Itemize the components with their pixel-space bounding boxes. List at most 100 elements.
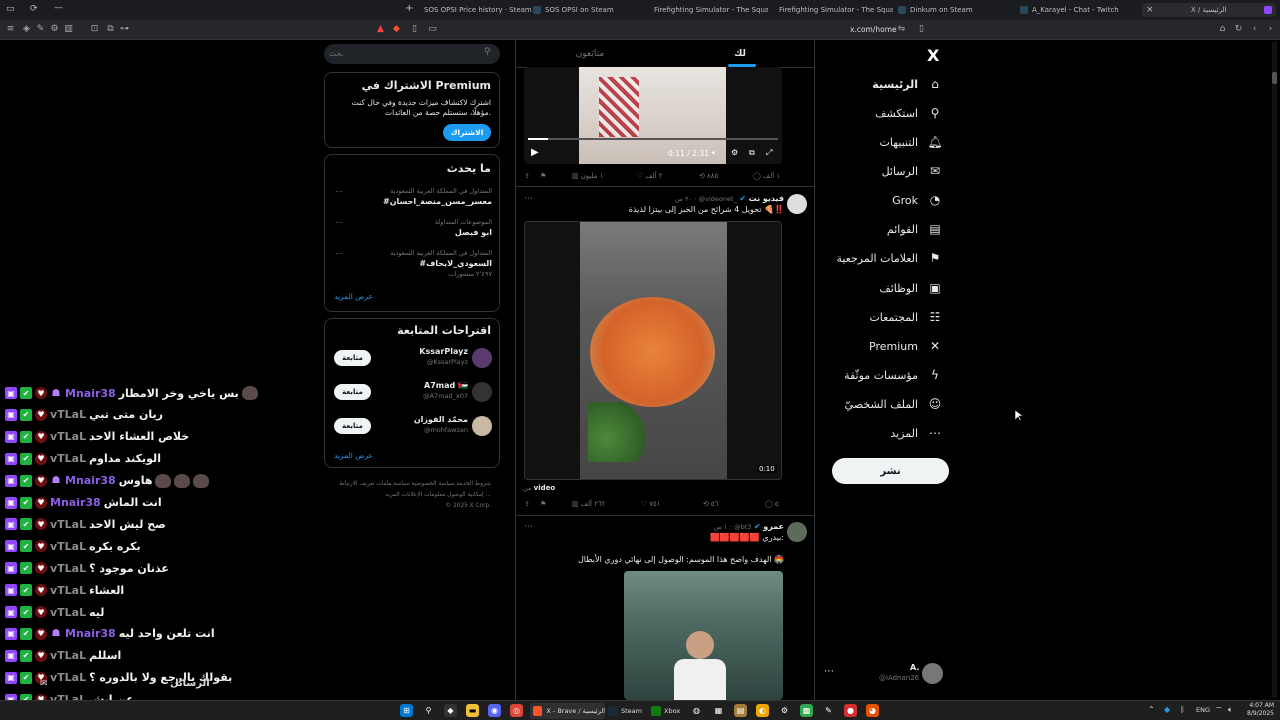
chat-username[interactable]: vTLaL <box>50 430 86 443</box>
follow-button[interactable]: متابعة <box>334 350 371 366</box>
follow-button[interactable]: متابعة <box>334 384 371 400</box>
chat-username[interactable]: vTLaL <box>50 606 86 619</box>
nav-item-10[interactable]: مؤسسات موثّقة ϟ <box>844 368 942 382</box>
app2-icon[interactable]: ◐ <box>756 704 769 717</box>
avatar[interactable] <box>472 348 492 368</box>
tab-x-home[interactable]: × X / الرئيسية <box>1142 3 1276 17</box>
tab-firefighting[interactable]: Firefighting Simulator - The Squad <box>650 3 768 17</box>
nav-item-2[interactable]: التنبيهات 🔔︎ <box>880 135 943 149</box>
tab-twitch-chat[interactable]: A_Karayel - Chat - Twitch <box>1020 3 1132 17</box>
bookmark-star-icon[interactable]: ▯ <box>917 25 926 34</box>
avatar[interactable] <box>787 194 807 214</box>
fullscreen-icon[interactable]: ⤢ <box>766 148 772 158</box>
chat-username[interactable]: Mnair38 <box>65 387 116 400</box>
taskbar-xbox-window[interactable]: Xbox <box>651 703 687 719</box>
windows-start-icon[interactable]: ⊞ <box>400 704 413 717</box>
like-count[interactable]: ♡ ٧٥١ <box>641 500 661 508</box>
suggested-user-name[interactable]: A7mad 🇯🇴 <box>380 381 468 390</box>
wifi-icon[interactable]: ⌔ <box>1215 705 1223 715</box>
account-switcher[interactable]: ⋯ A. @iAdnan26 <box>824 663 948 685</box>
views-count[interactable]: ▥ ١ مليون <box>572 172 604 180</box>
trend-more-icon[interactable]: ⋯ <box>335 187 343 196</box>
avatar[interactable] <box>472 382 492 402</box>
clock[interactable]: 4:07 AM 8/9/2025 <box>1240 702 1274 718</box>
subscribe-button[interactable]: الاشتراك <box>443 124 491 141</box>
share-icon[interactable]: ⇪ <box>524 172 530 180</box>
pen-icon[interactable]: ✎ <box>822 704 835 717</box>
trend-more-icon[interactable]: ⋯ <box>335 249 343 258</box>
home-browser-icon[interactable]: ⌂ <box>1218 25 1227 34</box>
taskbar-search-icon[interactable]: ⚲ <box>422 704 435 717</box>
cast-icon[interactable]: ⊶ <box>120 25 129 34</box>
retweet-count[interactable]: ⟲ ٥٦ <box>703 500 718 508</box>
nav-item-7[interactable]: الوظائف ▣ <box>879 281 942 295</box>
chrome-icon[interactable]: ◎ <box>510 704 523 717</box>
nav-item-5[interactable]: القوائم ▤ <box>887 222 942 236</box>
app3-icon[interactable]: ◕ <box>866 704 879 717</box>
post-button[interactable]: نشر <box>832 458 949 484</box>
translate-icon[interactable]: ⇋ <box>897 25 906 34</box>
menu-icon[interactable]: ≡ <box>6 25 15 34</box>
author-name[interactable]: عمرو <box>763 522 784 531</box>
share-icon[interactable]: ⇪ <box>524 500 530 508</box>
obs-icon[interactable]: ◍ <box>690 704 703 717</box>
suggested-user-name[interactable]: محمّد الفوزان <box>380 415 468 424</box>
search-input[interactable]: ⚲ بحث <box>324 44 500 64</box>
video-source[interactable]: من video <box>523 484 555 492</box>
follow-show-more[interactable]: عرض المزيد <box>334 451 373 460</box>
suggested-user-name[interactable]: KssarPlayz <box>380 347 468 356</box>
tweet-more-icon[interactable]: ⋯ <box>524 194 533 204</box>
brave-shield-icon[interactable]: ◆ <box>392 25 401 34</box>
share-icon[interactable]: ⧉ <box>106 25 115 34</box>
trend-more-icon[interactable]: ⋯ <box>335 218 343 227</box>
reload-icon[interactable]: ↻ <box>1234 25 1243 34</box>
nav-item-0[interactable]: الرئيسية ⌂ <box>872 77 942 91</box>
avatar[interactable] <box>787 522 807 542</box>
chat-username[interactable]: vTLaL <box>50 518 86 531</box>
chat-username[interactable]: vTLaL <box>50 649 86 662</box>
new-tab-button[interactable]: + <box>405 3 413 14</box>
shield-icon[interactable]: ◈ <box>22 25 31 34</box>
chat-username[interactable]: Mnair38 <box>50 496 101 509</box>
bluetooth-icon[interactable]: ᛒ <box>1180 705 1185 714</box>
messages-drawer-icon[interactable]: ✉ <box>40 679 48 689</box>
reply-count[interactable]: ◯ ١ ألف <box>753 172 780 180</box>
settings-icon[interactable]: ⚙ <box>731 148 738 157</box>
messages-drawer-label[interactable]: الرسائل <box>170 678 210 689</box>
like-count[interactable]: ♡ ٢ ألف <box>637 172 663 180</box>
tab-following[interactable]: متابَعون <box>515 40 665 67</box>
file-explorer-icon[interactable]: ▬ <box>466 704 479 717</box>
scrollbar-thumb[interactable] <box>1272 72 1277 84</box>
video-player-2[interactable]: 0:10 <box>524 221 782 480</box>
chat-username[interactable]: vTLaL <box>50 584 86 597</box>
tweet-more-icon[interactable]: ⋯ <box>524 522 533 532</box>
follow-button[interactable]: متابعة <box>334 418 371 434</box>
spreadsheet-icon[interactable]: ▩ <box>800 704 813 717</box>
pip-icon[interactable]: ▭ <box>428 25 437 34</box>
volume-icon[interactable]: 🔈︎ <box>1228 705 1233 715</box>
refresh-icon[interactable]: ⟳ <box>30 4 38 14</box>
account-more-icon[interactable]: ⋯ <box>824 666 834 677</box>
tab-firefighting-steam[interactable]: Firefighting Simulator - The Squad on <box>775 3 893 17</box>
video-player-1[interactable]: ▶ 0:11 / 2:31 🔈︎ ⚙ ⧉ ⤢ <box>524 67 782 164</box>
screenshot-icon[interactable]: ⊡ <box>90 25 99 34</box>
tab-steamdb[interactable]: SOS OPSI Price history · SteamDB <box>420 3 532 17</box>
nav-item-4[interactable]: Grok ◔ <box>892 193 942 207</box>
record-icon[interactable]: ● <box>844 704 857 717</box>
nav-item-8[interactable]: المجتمعات ☷ <box>869 310 942 324</box>
settings-gear-icon[interactable]: ⚙ <box>778 704 791 717</box>
play-icon[interactable]: ▶ <box>531 147 539 158</box>
taskbar-brave-window[interactable]: X - Brave / الرئيسية <box>530 703 605 719</box>
minimize-icon[interactable]: — <box>54 3 63 13</box>
retweet-count[interactable]: ⟲ ٨٨٥ <box>699 172 718 180</box>
puzzle-icon[interactable]: ⚙ <box>50 25 59 34</box>
tab-steam-sos[interactable]: SOS OPSI on Steam <box>533 3 643 17</box>
tray-app-icon[interactable]: ◆ <box>1164 705 1170 714</box>
brave-rewards-icon[interactable]: ▲ <box>376 25 385 34</box>
nav-item-11[interactable]: الملف الشخصيّ ☺ <box>845 397 942 411</box>
tab-close-icon[interactable]: × <box>1146 5 1154 15</box>
nav-item-1[interactable]: استكشف ⚲ <box>875 106 942 120</box>
popout-icon[interactable]: ⧉ <box>749 148 755 158</box>
chat-username[interactable]: vTLaL <box>50 562 86 575</box>
nav-item-9[interactable]: Premium ✕ <box>869 339 942 353</box>
